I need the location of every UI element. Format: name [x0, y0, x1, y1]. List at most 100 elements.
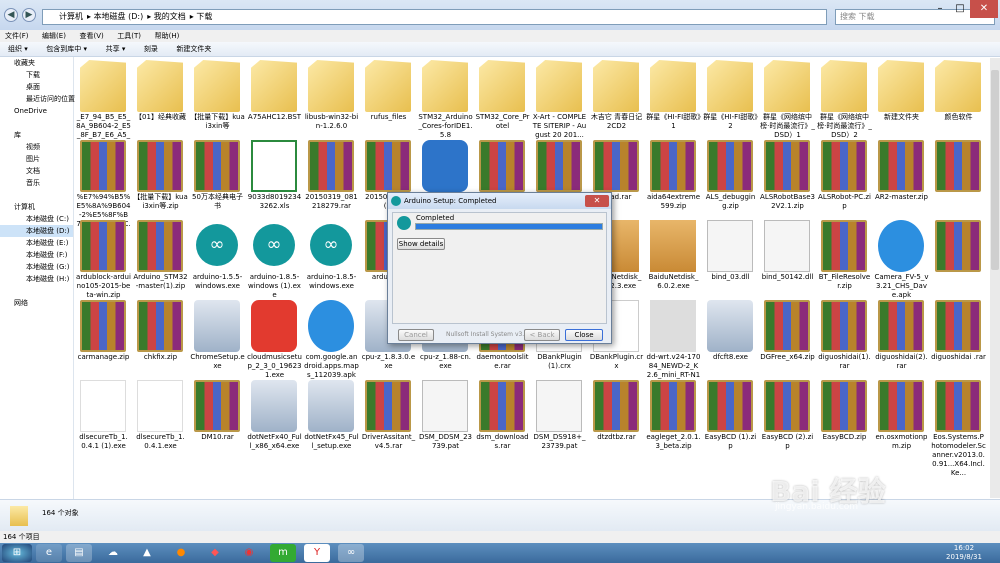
file-item[interactable]: en.osxmotionpm.zip [874, 378, 929, 480]
menu-file[interactable]: 文件(F) [5, 30, 29, 42]
file-item[interactable]: dlsecureTb_1.0.4.1.exe [133, 378, 188, 480]
app-icon[interactable]: ◆ [202, 544, 228, 562]
menu-view[interactable]: 查看(V) [79, 30, 103, 42]
file-name: chkfix.zip [143, 353, 178, 361]
arduino-icon: ∞ [253, 224, 295, 266]
share-button[interactable]: 共享 ▾ [106, 42, 126, 57]
file-name: Arduino_STM32-master(1).zip [133, 273, 188, 290]
nav-item[interactable]: 最近访问的位置 [0, 93, 75, 105]
firmware-icon [650, 300, 696, 352]
nav-item[interactable]: 图片 [0, 153, 73, 165]
nav-item[interactable]: 本地磁盘 (G:) [0, 261, 73, 273]
back-icon[interactable]: ◀ [4, 8, 18, 22]
file-name: DriverAssitant_v4.5.rar [361, 433, 416, 450]
file-name: dotNetFx40_Full_x86_x64.exe [247, 433, 302, 450]
baidu-cloud-icon[interactable]: ☁ [100, 544, 126, 562]
arduino-icon [391, 196, 401, 206]
forward-icon[interactable]: ▶ [22, 8, 36, 22]
vertical-scrollbar[interactable] [990, 58, 1000, 498]
ie-icon[interactable]: e [36, 544, 62, 562]
back-button[interactable]: < Back [524, 329, 560, 341]
arduino-taskbar-icon[interactable]: ∞ [338, 544, 364, 562]
netease-music-icon [251, 300, 297, 352]
file-item[interactable]: eagleget_2.0.1.3_beta.zip [646, 378, 701, 480]
breadcrumb-item[interactable]: 下载 [196, 12, 212, 21]
file-name: 50万本经典电子书 [192, 193, 243, 210]
nav-item[interactable]: 桌面 [0, 81, 73, 93]
dialog-close-icon[interactable]: ✕ [585, 195, 609, 207]
m-app-icon[interactable]: m [270, 544, 296, 562]
nav-item[interactable]: 计算机 [0, 201, 73, 213]
file-item[interactable]: DM10.rar [190, 378, 245, 480]
file-name: dlsecureTb_1.0.4.1.exe [136, 433, 185, 450]
archive-icon [878, 380, 924, 432]
file-name: ardublock-arduino105-2015-beta-win.zip [76, 273, 131, 299]
archive-icon [707, 140, 753, 192]
archive-icon [80, 220, 126, 272]
file-item[interactable]: dlsecureTb_1.0.4.1 (1).exe [76, 378, 131, 480]
file-item[interactable]: EasyBCD.zip [817, 378, 872, 480]
include-library-button[interactable]: 包含到库中 ▾ [46, 42, 87, 57]
archive-icon [194, 140, 240, 192]
nav-item[interactable]: 本地磁盘 (D:) [0, 225, 73, 237]
file-name: dlsecureTb_1.0.4.1 (1).exe [79, 433, 128, 450]
setup-dialog: Arduino Setup: Completed ✕ Completed Sho… [387, 192, 612, 344]
close-icon[interactable]: ✕ [970, 0, 998, 18]
show-details-button[interactable]: Show details [397, 238, 445, 250]
file-item[interactable]: EasyBCD (2).zip [760, 378, 815, 480]
file-name: eagleget_2.0.1.3_beta.zip [646, 433, 701, 450]
start-button[interactable]: ⊞ [2, 544, 32, 562]
explorer-icon[interactable]: ▤ [66, 544, 92, 562]
nav-item[interactable]: 本地磁盘 (F:) [0, 249, 73, 261]
file-name: aida64extreme599.zip [646, 193, 701, 210]
file-name: DSM_DS918+_23739.pat [533, 433, 586, 450]
minimize-icon[interactable]: – [930, 0, 950, 18]
file-item[interactable]: dotNetFx40_Full_x86_x64.exe [247, 378, 302, 480]
file-item[interactable]: DriverAssitant_v4.5.rar [361, 378, 416, 480]
nav-item[interactable]: 库 [0, 129, 73, 141]
breadcrumb-item[interactable]: 计算机 [59, 12, 83, 21]
folder-icon [80, 60, 126, 112]
file-item[interactable]: DSM_DDSM_23739.pat [418, 378, 473, 480]
file-name: 群星《网络缤中榜·时尚最流行》_DSD）1 [760, 113, 815, 139]
file-item[interactable]: EasyBCD (1).zip [703, 378, 758, 480]
nav-item[interactable]: 收藏夹 [0, 57, 73, 69]
file-name: ALSRobotBase32V2.1.zip [760, 193, 815, 210]
netease-music-icon[interactable]: ◉ [236, 544, 262, 562]
file-name: com.google.android.apps.maps_112039.apk [304, 353, 359, 379]
close-button[interactable]: Close [565, 329, 603, 341]
new-folder-button[interactable]: 新建文件夹 [176, 42, 211, 57]
nav-item[interactable]: 本地磁盘 (E:) [0, 237, 73, 249]
nav-item[interactable]: 下载 [0, 69, 73, 81]
nav-item[interactable]: 音乐 [0, 177, 73, 189]
nav-item[interactable]: 本地磁盘 (C:) [0, 213, 73, 225]
file-item[interactable]: Eos.Systems.Photomodeler.Scanner.v2013.0… [931, 378, 986, 480]
maximize-icon[interactable]: □ [950, 0, 970, 18]
nav-item[interactable]: 文档 [0, 165, 73, 177]
cancel-button[interactable]: Cancel [398, 329, 434, 341]
nav-item[interactable]: 网络 [0, 297, 73, 309]
breadcrumb-item[interactable]: 我的文档 [154, 12, 186, 21]
organize-button[interactable]: 组织 ▾ [8, 42, 28, 57]
matlab-icon[interactable]: ▲ [134, 544, 160, 562]
menu-tools[interactable]: 工具(T) [117, 30, 141, 42]
scroll-thumb[interactable] [991, 70, 999, 270]
firefox-icon[interactable]: ● [168, 544, 194, 562]
file-item[interactable]: dsm_download s.rar [475, 378, 530, 480]
menu-edit[interactable]: 编辑(E) [42, 30, 66, 42]
file-item[interactable]: dotNetFx45_Full_setup.exe [304, 378, 359, 480]
file-item[interactable]: dtzdtbz.rar [589, 378, 644, 480]
address-bar[interactable]: 计算机 ▸ 本地磁盘 (D:) ▸ 我的文档 ▸ 下载 [42, 9, 827, 25]
nav-item[interactable]: OneDrive [0, 105, 73, 117]
yandex-icon[interactable]: Y [304, 544, 330, 562]
burn-button[interactable]: 刻录 [144, 42, 158, 57]
installer-icon [308, 380, 354, 432]
nav-item[interactable]: 视频 [0, 141, 73, 153]
file-item[interactable]: DSM_DS918+_23739.pat [532, 378, 587, 480]
nav-item [0, 189, 73, 201]
breadcrumb-item[interactable]: 本地磁盘 (D:) [94, 12, 144, 21]
folder-icon [536, 60, 582, 112]
clock[interactable]: 16:02 2019/8/31 [938, 544, 990, 562]
menu-help[interactable]: 帮助(H) [155, 30, 180, 42]
nav-item[interactable]: 本地磁盘 (H:) [0, 273, 73, 285]
